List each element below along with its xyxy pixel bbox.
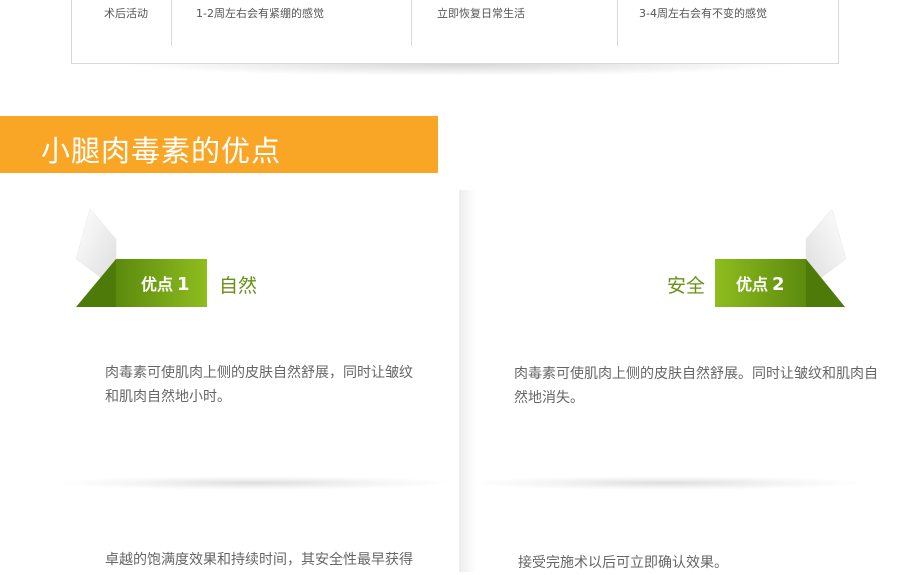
recovery-comparison-table: 术后活动 1-2周左右会有紧绷的感觉 立即恢复日常生活 3-4周左右会有不变的感… [71,0,839,64]
advantage-1-text: 肉毒素可使肌肉上侧的皮肤自然舒展，同时让皱纹和肌肉自然地小时。 [105,365,413,405]
advantage-2-ribbon: 优点 2 [706,209,846,309]
table-cell: 1-2周左右会有紧绷的感觉 [172,0,412,46]
table-cell-text: 3-4周左右会有不变的感觉 [639,7,767,20]
vertical-divider-shadow [462,190,476,572]
table-row-label-cell: 术后活动 [72,0,172,46]
advantage-1-ribbon: 优点 1 [76,209,216,309]
horizontal-divider-right [470,476,860,490]
advantage-2-tag: 优点 2 [736,274,785,295]
advantage-2-title: 安全 [667,275,706,297]
table-cell-text: 立即恢复日常生活 [437,7,525,20]
section-banner: 小腿肉毒素的优点 [0,116,438,173]
horizontal-divider-left [60,476,450,490]
table-cell: 立即恢复日常生活 [412,0,618,46]
advantage-4-text: 接受完施术以后可立即确认效果。 [518,555,728,571]
table-cell-text: 1-2周左右会有紧绷的感觉 [196,7,324,20]
table-row-label: 术后活动 [104,7,148,20]
advantage-1-title: 自然 [219,275,258,297]
advantage-2-text: 肉毒素可使肌肉上侧的皮肤自然舒展。同时让皱纹和肌肉自然地消失。 [514,366,878,406]
table-shadow [120,64,800,76]
section-title: 小腿肉毒素的优点 [41,134,282,168]
advantage-3-text: 卓越的饱满度效果和持续时间，其安全性最早获得 [105,552,413,568]
table-cell: 3-4周左右会有不变的感觉 [618,0,840,46]
advantage-1-tag: 优点 1 [141,274,190,295]
